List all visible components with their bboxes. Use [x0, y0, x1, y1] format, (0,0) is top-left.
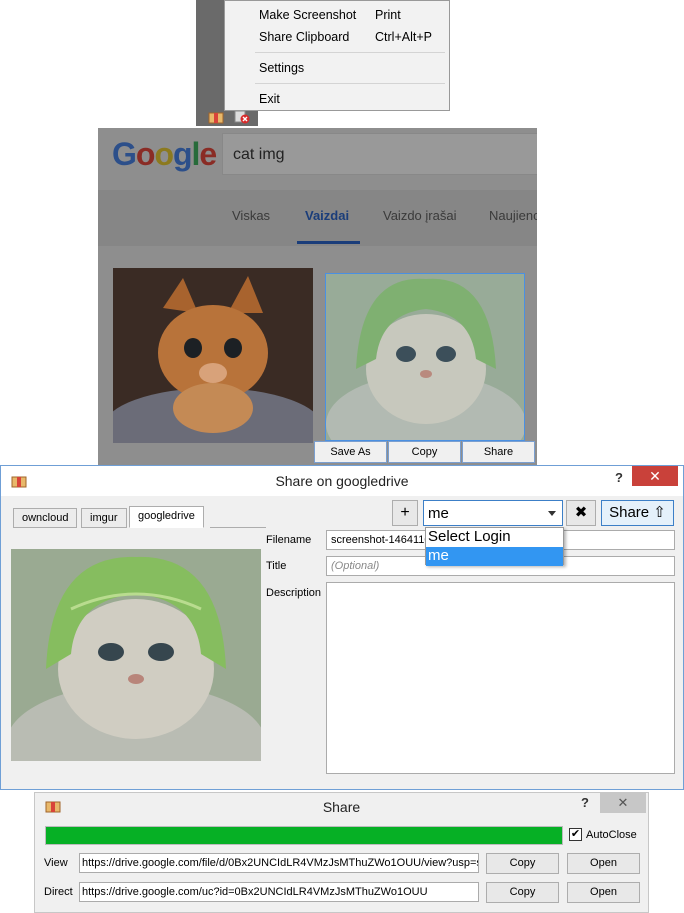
tab-vaizdo-irasai[interactable]: Vaizdo įrašai: [383, 208, 456, 223]
autoclose-checkbox[interactable]: ✔: [569, 828, 582, 841]
direct-label: Direct: [44, 886, 73, 898]
menu-item-label: Share Clipboard: [259, 30, 350, 44]
description-label: Description: [266, 587, 322, 599]
menu-separator: [255, 83, 445, 84]
search-query: cat img: [233, 146, 285, 163]
helmet-cat-image[interactable]: [325, 273, 525, 441]
upload-progress-bar: [45, 826, 563, 845]
image-preview: [11, 549, 261, 761]
menu-item-make-screenshot[interactable]: Make Screenshot Print: [225, 4, 449, 26]
login-dropdown: Select Login me: [425, 527, 564, 566]
context-menu: Make Screenshot Print Share Clipboard Ct…: [224, 0, 450, 111]
login-select[interactable]: me: [423, 500, 563, 526]
app-box-icon[interactable]: [208, 110, 224, 124]
active-tab-underline: [297, 241, 360, 244]
search-input[interactable]: cat img: [222, 133, 537, 175]
add-login-button[interactable]: +: [392, 500, 418, 526]
login-option[interactable]: me: [426, 547, 563, 566]
menu-separator: [255, 52, 445, 53]
menu-item-shortcut: Ctrl+Alt+P: [375, 30, 432, 44]
close-button[interactable]: ✕: [632, 466, 678, 486]
description-field[interactable]: [326, 582, 675, 774]
help-icon[interactable]: ?: [581, 795, 589, 810]
close-button[interactable]: ✕: [600, 793, 646, 813]
copy-button[interactable]: Copy: [388, 441, 461, 463]
progress-fill: [46, 827, 562, 844]
menu-item-label: Settings: [259, 61, 305, 75]
google-logo: Google: [112, 136, 217, 172]
menu-item-shortcut: Print: [375, 8, 401, 22]
menu-item-settings[interactable]: Settings: [225, 57, 449, 79]
direct-url-field[interactable]: https://drive.google.com/uc?id=0Bx2UNCId…: [79, 882, 479, 902]
window-titlebar: Share on googledrive ? ✕: [1, 466, 683, 496]
open-direct-url-button[interactable]: Open: [567, 882, 640, 903]
save-as-button[interactable]: Save As: [314, 441, 387, 463]
remove-login-button[interactable]: ✖: [566, 500, 596, 526]
tab-owncloud[interactable]: owncloud: [13, 508, 78, 528]
window-title: Share: [322, 799, 361, 815]
tab-googledrive[interactable]: googledrive: [129, 506, 204, 528]
share-button[interactable]: Share: [462, 441, 535, 463]
open-view-url-button[interactable]: Open: [567, 853, 640, 874]
menu-item-label: Make Screenshot: [259, 8, 357, 22]
autoclose-label: AutoClose: [586, 829, 637, 841]
menu-item-share-clipboard[interactable]: Share Clipboard Ctrl+Alt+P: [225, 26, 449, 48]
copy-view-url-button[interactable]: Copy: [486, 853, 559, 874]
tab-imgur[interactable]: imgur: [81, 508, 127, 528]
copy-direct-url-button[interactable]: Copy: [486, 882, 559, 903]
help-icon[interactable]: ?: [615, 470, 623, 485]
screenshot-capture-region: Google cat img Viskas Vaizdai Vaizdo įra…: [98, 128, 537, 465]
login-select-value: me: [428, 505, 449, 522]
tab-viskas[interactable]: Viskas: [232, 208, 270, 223]
chevron-down-icon: [548, 511, 556, 516]
menu-item-exit[interactable]: Exit: [225, 88, 449, 110]
share-upload-button[interactable]: Share ⇧: [601, 500, 674, 526]
app-disabled-icon[interactable]: [234, 110, 250, 124]
login-option[interactable]: Select Login: [426, 528, 563, 547]
view-url-field[interactable]: https://drive.google.com/file/d/0Bx2UNCI…: [79, 853, 479, 873]
tab-vaizdai[interactable]: Vaizdai: [305, 208, 349, 223]
tab-naujienos[interactable]: Naujienc: [489, 208, 537, 223]
window-title: Share on googledrive: [275, 473, 409, 489]
menu-item-label: Exit: [259, 92, 280, 106]
share-window: Share on googledrive ? ✕ owncloud imgur …: [0, 465, 684, 790]
title-label: Title: [266, 560, 287, 572]
view-label: View: [44, 857, 68, 869]
tab-strip-line: [210, 527, 266, 528]
filename-label: Filename: [266, 534, 312, 546]
kitten-image[interactable]: [113, 268, 313, 443]
share-progress-window: Share ? ✕ ✔ AutoClose View https://drive…: [34, 792, 649, 913]
